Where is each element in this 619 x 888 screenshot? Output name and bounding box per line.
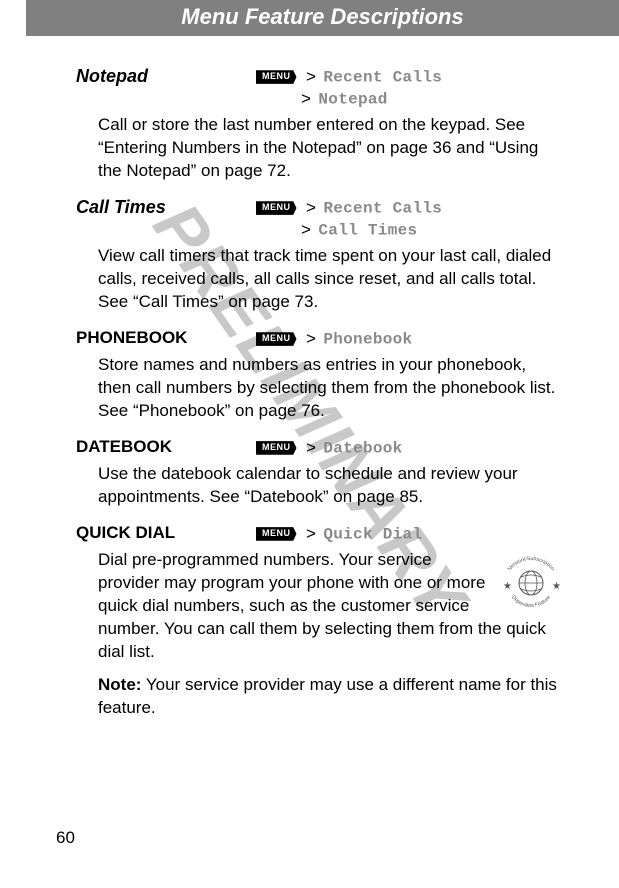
separator-icon: >	[301, 220, 311, 239]
separator-icon: >	[306, 438, 316, 457]
nav-path: MENU > Quick Dial	[256, 523, 563, 545]
network-dependent-badge: Network/Subscription Dependent Feature ★…	[499, 553, 563, 616]
separator-icon: >	[306, 67, 316, 86]
path-item: Datebook	[323, 439, 402, 457]
section-quickdial: QUICK DIAL MENU > Quick Dial Network/Sub…	[76, 523, 563, 720]
body-text: Store names and numbers as entries in yo…	[98, 354, 563, 423]
nav-path: MENU > Datebook	[256, 437, 563, 459]
svg-text:★: ★	[552, 581, 561, 592]
feature-title: DATEBOOK	[76, 437, 256, 457]
body-text: Call or store the last number entered on…	[98, 114, 563, 183]
body-text: Use the datebook calendar to schedule an…	[98, 463, 563, 509]
note-label: Note:	[98, 675, 141, 694]
separator-icon: >	[306, 329, 316, 348]
svg-text:Network/Subscription: Network/Subscription	[507, 556, 556, 572]
section-calltimes: Call Times MENU > Recent Calls > Call Ti…	[76, 197, 563, 314]
svg-text:Dependent Feature: Dependent Feature	[510, 595, 552, 609]
path-item: Recent Calls	[323, 68, 442, 86]
menu-key-icon: MENU	[256, 332, 297, 346]
path-item: Notepad	[318, 90, 387, 108]
note-text: Note: Your service provider may use a di…	[98, 674, 563, 720]
path-item: Call Times	[318, 221, 417, 239]
nav-path: MENU > Phonebook	[256, 328, 563, 350]
separator-icon: >	[306, 198, 316, 217]
section-phonebook: PHONEBOOK MENU > Phonebook Store names a…	[76, 328, 563, 423]
section-datebook: DATEBOOK MENU > Datebook Use the dateboo…	[76, 437, 563, 509]
body-text: View call timers that track time spent o…	[98, 245, 563, 314]
menu-key-icon: MENU	[256, 201, 297, 215]
nav-path: MENU > Recent Calls > Notepad	[256, 66, 563, 110]
menu-key-icon: MENU	[256, 70, 297, 84]
path-item: Phonebook	[323, 330, 412, 348]
menu-key-icon: MENU	[256, 441, 297, 455]
path-item: Recent Calls	[323, 199, 442, 217]
feature-title: Notepad	[76, 66, 256, 87]
body-text: Dial pre-programmed numbers. Your servic…	[98, 549, 563, 664]
page-number: 60	[56, 828, 75, 848]
svg-text:★: ★	[503, 581, 512, 592]
feature-title: PHONEBOOK	[76, 328, 256, 348]
feature-title: QUICK DIAL	[76, 523, 256, 543]
globe-badge-icon: Network/Subscription Dependent Feature ★…	[499, 553, 563, 611]
feature-title: Call Times	[76, 197, 256, 218]
nav-path: MENU > Recent Calls > Call Times	[256, 197, 563, 241]
page-header: Menu Feature Descriptions	[26, 0, 619, 36]
separator-icon: >	[306, 524, 316, 543]
note-body: Your service provider may use a differen…	[98, 675, 557, 717]
path-item: Quick Dial	[323, 525, 422, 543]
menu-key-icon: MENU	[256, 527, 297, 541]
separator-icon: >	[301, 89, 311, 108]
section-notepad: Notepad MENU > Recent Calls > Notepad Ca…	[76, 66, 563, 183]
